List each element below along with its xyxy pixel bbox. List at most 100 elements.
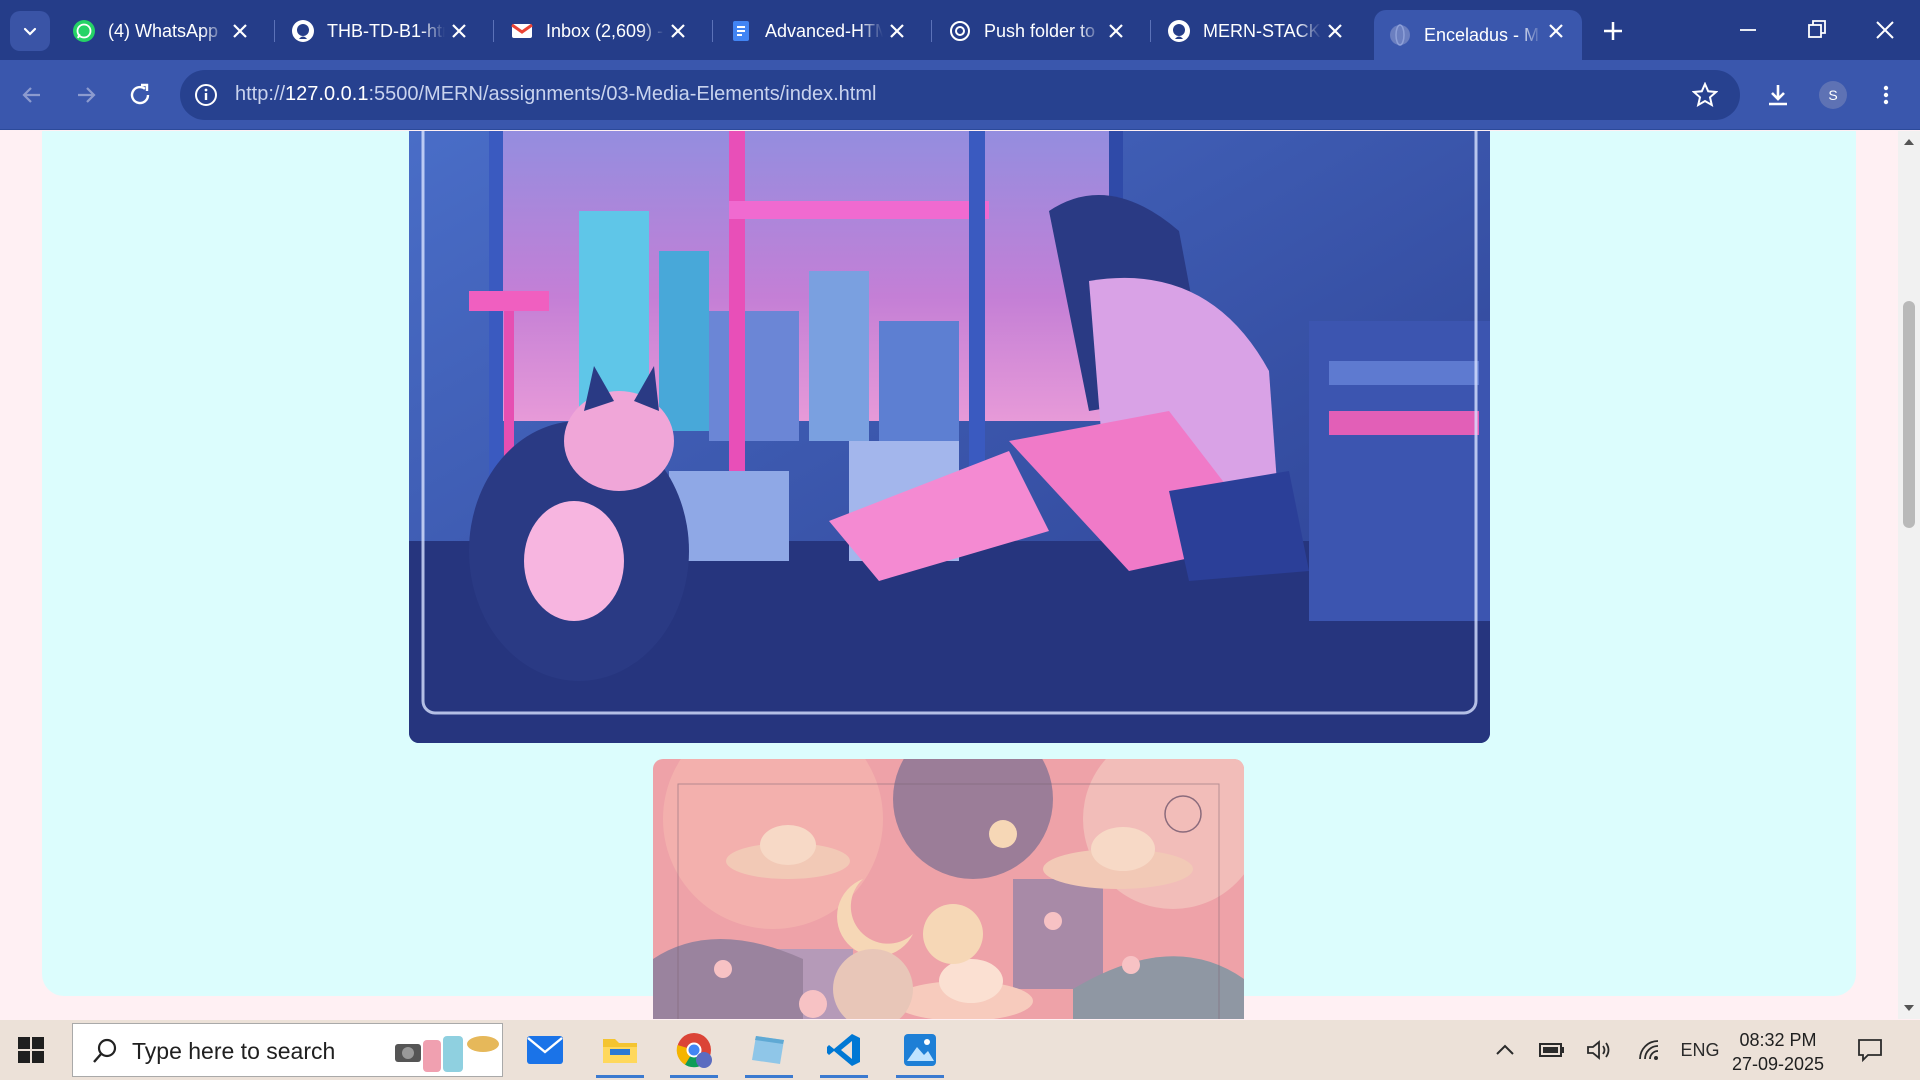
tab-title: (4) WhatsApp	[108, 20, 219, 41]
folder-icon	[603, 1039, 637, 1063]
wifi-indicator[interactable]	[1634, 1038, 1664, 1062]
tab-title: Inbox (2,609) -	[546, 20, 664, 41]
url-prefix: http://	[235, 83, 286, 105]
chevron-down-icon	[23, 27, 37, 36]
taskbar-search-box[interactable]: Type here to search	[72, 1023, 503, 1077]
address-bar[interactable]: http://127.0.0.1:5500/MERN/assignments/0…	[180, 70, 1740, 120]
vscode-icon	[827, 1034, 860, 1066]
windows-start-icon[interactable]	[18, 1037, 44, 1063]
page-scrollbar[interactable]	[1898, 131, 1920, 1019]
notifications-button[interactable]	[1855, 1038, 1885, 1062]
url-path: :5500/MERN/assignments/03-Media-Elements…	[368, 83, 877, 105]
lofi-girl-with-cat-image	[409, 131, 1490, 743]
close-icon[interactable]	[449, 21, 469, 41]
tab-separator	[493, 20, 494, 42]
mail-icon	[527, 1036, 563, 1064]
back-button[interactable]	[14, 77, 50, 113]
site-info-icon[interactable]	[194, 83, 218, 107]
tab-separator	[712, 20, 713, 42]
tab-title: Advanced-HTML	[765, 20, 883, 41]
window-close-icon[interactable]	[1867, 12, 1903, 48]
forward-button[interactable]	[68, 77, 104, 113]
tab-search-button[interactable]	[10, 11, 50, 51]
taskbar-vscode[interactable]	[812, 1020, 876, 1080]
taskbar-notepad-app[interactable]	[737, 1020, 801, 1080]
url-text: http://127.0.0.1:5500/MERN/assignments/0…	[235, 83, 876, 106]
more-vert-icon	[1883, 85, 1889, 105]
notepad-icon	[752, 1036, 784, 1064]
gmail-icon	[510, 19, 534, 43]
battery-indicator[interactable]	[1537, 1038, 1567, 1062]
profile-avatar[interactable]: S	[1819, 81, 1847, 109]
github-icon	[1167, 19, 1191, 43]
browser-toolbar: http://127.0.0.1:5500/MERN/assignments/0…	[0, 60, 1920, 130]
close-icon[interactable]	[668, 21, 688, 41]
taskbar-chrome[interactable]	[662, 1020, 726, 1080]
scrollbar-thumb[interactable]	[1903, 301, 1915, 528]
arrow-left-icon	[22, 87, 40, 103]
volume-indicator[interactable]	[1584, 1038, 1614, 1062]
docs-icon	[729, 19, 753, 43]
show-hidden-icons-button[interactable]	[1492, 1038, 1518, 1062]
travel-suitcase-icon	[395, 1036, 499, 1072]
search-icon	[93, 1038, 117, 1063]
taskbar-file-explorer[interactable]	[588, 1020, 652, 1080]
media-card	[42, 131, 1856, 1019]
close-icon[interactable]	[1546, 21, 1566, 41]
tab-chatgpt[interactable]: Push folder to	[934, 10, 1142, 52]
input-language-indicator[interactable]: ENG	[1680, 1038, 1720, 1062]
downloads-button[interactable]	[1760, 77, 1796, 113]
tab-separator	[931, 20, 932, 42]
chevron-up-icon	[1496, 1044, 1514, 1055]
close-icon[interactable]	[230, 21, 250, 41]
tab-whatsapp[interactable]: (4) WhatsApp	[58, 10, 266, 52]
clock-date: 27-09-2025	[1731, 1054, 1825, 1074]
globe-icon	[1388, 23, 1412, 47]
speaker-icon	[1587, 1040, 1610, 1060]
search-placeholder: Type here to search	[132, 1038, 336, 1064]
running-indicator	[745, 1075, 793, 1078]
scroll-down-arrow-icon[interactable]	[1903, 1003, 1915, 1013]
running-indicator	[670, 1075, 718, 1078]
bookmark-star-icon[interactable]	[1692, 82, 1718, 108]
taskbar-clock[interactable]: 08:32 PM 27-09-2025	[1728, 1028, 1828, 1076]
running-indicator	[820, 1075, 868, 1078]
new-tab-plus-icon[interactable]	[1596, 14, 1630, 48]
whatsapp-icon	[72, 19, 96, 43]
tab-separator	[1150, 20, 1151, 42]
url-host: 127.0.0.1	[285, 83, 369, 105]
taskbar-photos-app[interactable]	[888, 1020, 952, 1080]
pastel-moon-clouds-image	[653, 759, 1244, 1019]
tab-enceladus[interactable]: Enceladus - M	[1374, 10, 1582, 60]
page-viewport	[0, 131, 1920, 1019]
notification-speech-bubble-icon	[1858, 1039, 1882, 1062]
tab-docs[interactable]: Advanced-HTML	[715, 10, 923, 52]
battery-icon	[1539, 1043, 1564, 1057]
download-icon	[1769, 85, 1787, 106]
github-icon	[291, 19, 315, 43]
arrow-right-icon	[78, 87, 96, 103]
windows-taskbar: Type here to search ENG 08:32 PM 27-09-2…	[0, 1020, 1920, 1080]
chatgpt-icon	[948, 19, 972, 43]
minimize-icon[interactable]	[1730, 12, 1766, 48]
tab-separator	[274, 20, 275, 42]
close-icon[interactable]	[1106, 21, 1126, 41]
tab-title: Enceladus - M	[1424, 24, 1540, 45]
reload-icon	[130, 83, 150, 105]
wifi-icon	[1639, 1040, 1659, 1060]
taskbar-mail-app[interactable]	[513, 1020, 577, 1080]
chrome-icon	[676, 1033, 712, 1068]
tab-github-thb[interactable]: THB-TD-B1-html	[277, 10, 485, 52]
photos-icon	[904, 1034, 936, 1066]
tab-gmail[interactable]: Inbox (2,609) -	[496, 10, 704, 52]
close-icon[interactable]	[1325, 21, 1345, 41]
running-indicator	[596, 1075, 644, 1078]
browser-menu-button[interactable]	[1868, 77, 1904, 113]
reload-button[interactable]	[122, 77, 158, 113]
clock-time: 08:32 PM	[1739, 1030, 1817, 1050]
tab-title: Push folder to	[984, 20, 1096, 41]
close-icon[interactable]	[887, 21, 907, 41]
scroll-up-arrow-icon[interactable]	[1903, 137, 1915, 147]
restore-icon[interactable]	[1799, 12, 1835, 48]
tab-github-mern[interactable]: MERN-STACK	[1153, 10, 1361, 52]
